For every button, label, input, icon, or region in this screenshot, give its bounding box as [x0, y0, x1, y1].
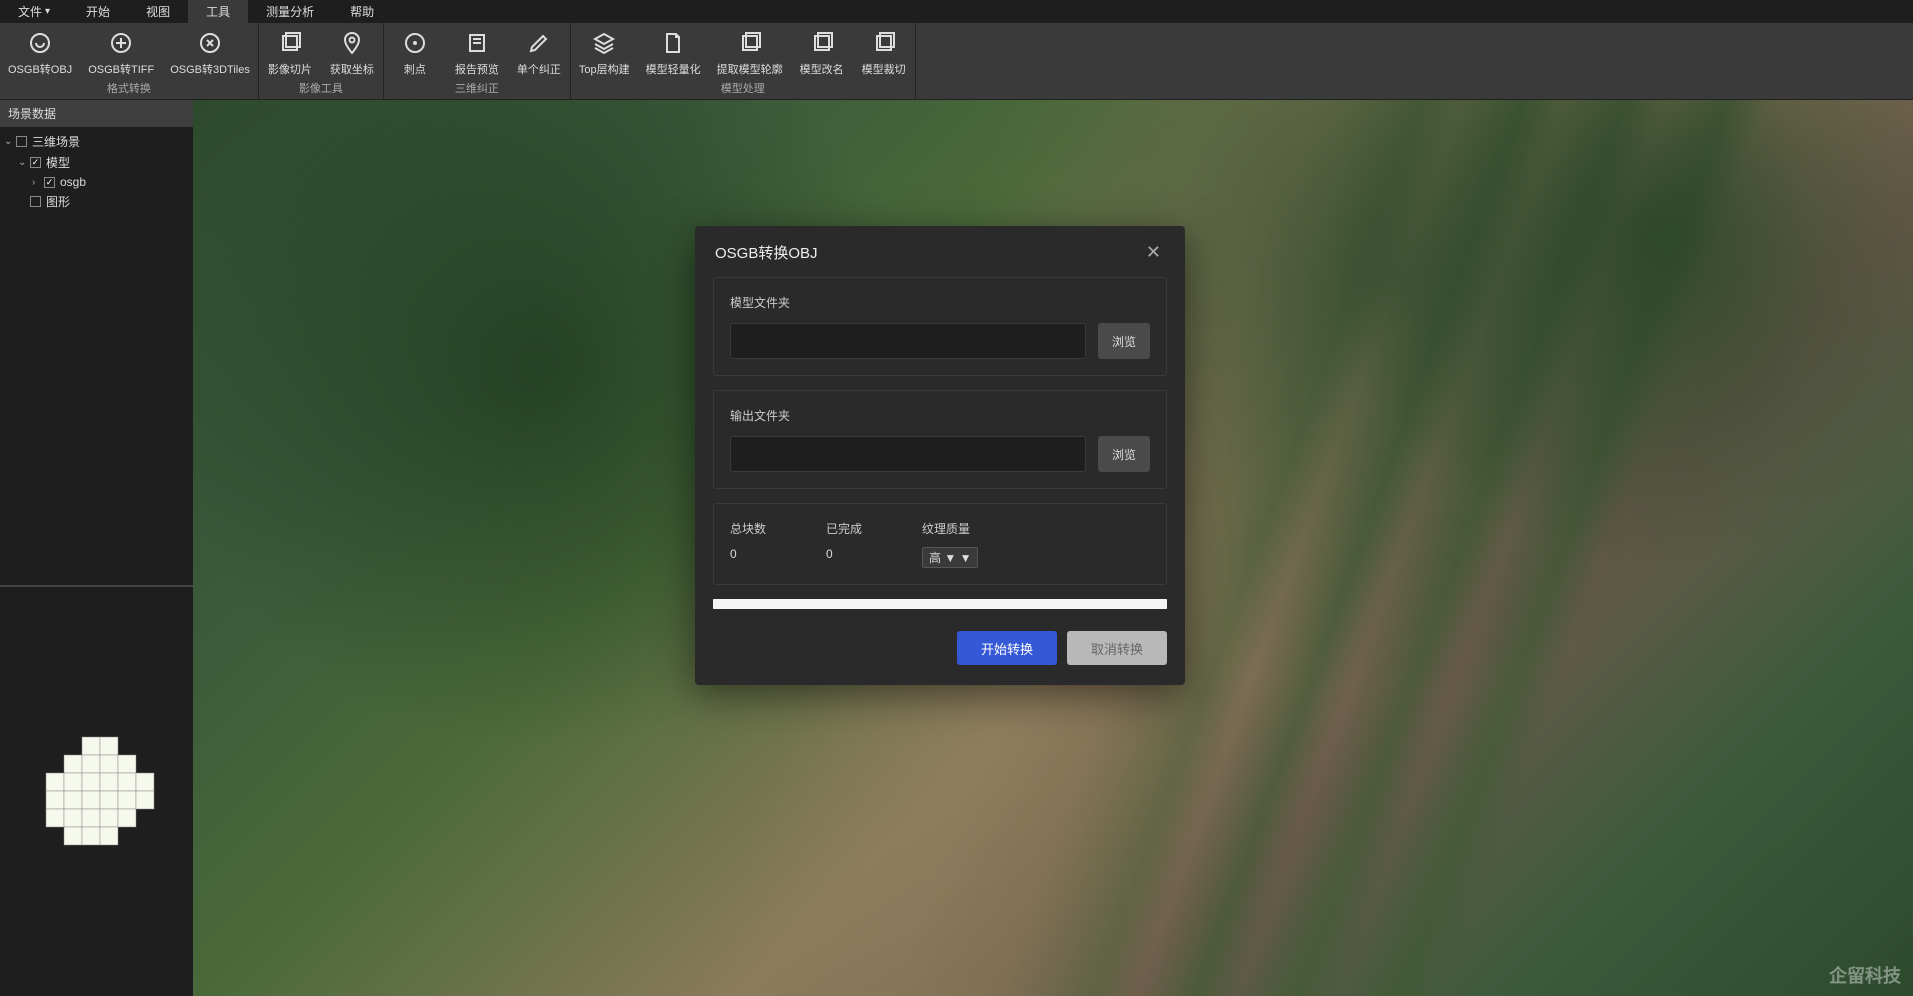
tool-label: 单个纠正 [517, 61, 561, 77]
tool-label: 模型裁切 [862, 61, 906, 77]
cancel-convert-button[interactable]: 取消转换 [1067, 631, 1167, 665]
minimap[interactable] [0, 587, 193, 996]
model-folder-label: 模型文件夹 [730, 294, 1150, 311]
tree-item-osgb[interactable]: › osgb [0, 173, 193, 191]
panel-header: 场景数据 [0, 100, 193, 127]
tool-label: OSGB转OBJ [8, 61, 72, 77]
tile-icon [276, 29, 304, 57]
tool-top-layer[interactable]: Top层构建 [571, 23, 638, 78]
progress-bar [713, 599, 1167, 609]
scene-tree: ⌄ 三维场景 ⌄ 模型 › osgb 图形 [0, 127, 193, 216]
tool-get-coords[interactable]: 获取坐标 [321, 23, 383, 78]
menubar: 文件 开始 视图 工具 测量分析 帮助 [0, 0, 1913, 23]
tool-report-preview[interactable]: 报告预览 [446, 23, 508, 78]
pin-icon [338, 29, 366, 57]
convert-b-icon [107, 29, 135, 57]
checkbox[interactable] [30, 157, 41, 168]
completed-value: 0 [826, 547, 862, 561]
menu-tools[interactable]: 工具 [188, 0, 248, 23]
layers-icon [590, 29, 618, 57]
tree-label: 图形 [46, 193, 70, 210]
dialog-osgb-convert: OSGB转换OBJ ✕ 模型文件夹 浏览 输出文件夹 浏览 [695, 226, 1185, 685]
tool-label: 模型轻量化 [646, 61, 701, 77]
output-folder-label: 输出文件夹 [730, 407, 1150, 424]
viewport-3d[interactable]: OSGB转换OBJ ✕ 模型文件夹 浏览 输出文件夹 浏览 [193, 100, 1913, 996]
checkbox[interactable] [44, 177, 55, 188]
total-blocks-value: 0 [730, 547, 766, 561]
tree-item-scene[interactable]: ⌄ 三维场景 [0, 131, 193, 152]
tool-model-crop[interactable]: 模型裁切 [853, 23, 915, 78]
checkbox[interactable] [30, 196, 41, 207]
completed-label: 已完成 [826, 520, 862, 537]
group-label: 模型处理 [571, 78, 915, 99]
tree-label: 三维场景 [32, 133, 80, 150]
minimap-tiles [32, 727, 162, 857]
tool-model-rename[interactable]: 模型改名 [791, 23, 853, 78]
tool-image-tile[interactable]: 影像切片 [259, 23, 321, 78]
total-blocks-label: 总块数 [730, 520, 766, 537]
browse-output-button[interactable]: 浏览 [1098, 436, 1150, 472]
tree-item-shape[interactable]: 图形 [0, 191, 193, 212]
tool-osgb-to-3dtiles[interactable]: OSGB转3DTiles [162, 23, 258, 78]
convert-a-icon [26, 29, 54, 57]
convert-c-icon [196, 29, 224, 57]
crop-icon [870, 29, 898, 57]
tool-label: 影像切片 [268, 61, 312, 77]
close-icon[interactable]: ✕ [1142, 242, 1165, 263]
sidebar: 场景数据 ⌄ 三维场景 ⌄ 模型 › osgb 图形 [0, 100, 193, 996]
texture-quality-select[interactable]: 高 ▼ [922, 547, 978, 568]
dialog-title: OSGB转换OBJ [715, 242, 818, 263]
group-label: 影像工具 [259, 78, 383, 99]
tool-osgb-to-tiff[interactable]: OSGB转TIFF [80, 23, 162, 78]
watermark: 企留科技 [1829, 962, 1901, 988]
tool-prick-point[interactable]: 刺点 [384, 23, 446, 78]
tool-label: 获取坐标 [330, 61, 374, 77]
tool-group-convert: OSGB转OBJ OSGB转TIFF OSGB转3DTiles 格式转换 [0, 23, 259, 99]
tool-label: Top层构建 [579, 61, 630, 77]
model-folder-section: 模型文件夹 浏览 [713, 277, 1167, 376]
tool-extract-outline[interactable]: 提取模型轮廓 [709, 23, 791, 78]
menu-view[interactable]: 视图 [128, 0, 188, 23]
tool-single-correct[interactable]: 单个纠正 [508, 23, 570, 78]
group-label: 三维纠正 [384, 78, 570, 99]
tool-label: 模型改名 [800, 61, 844, 77]
menu-start[interactable]: 开始 [68, 0, 128, 23]
output-folder-input[interactable] [730, 436, 1086, 472]
target-icon [401, 29, 429, 57]
tool-group-image: 影像切片 获取坐标 影像工具 [259, 23, 384, 99]
tree-item-model[interactable]: ⌄ 模型 [0, 152, 193, 173]
tool-group-correct: 刺点 报告预览 单个纠正 三维纠正 [384, 23, 571, 99]
edit-icon [525, 29, 553, 57]
stats-section: 总块数 0 已完成 0 纹理质量 高 ▼ [713, 503, 1167, 585]
extract-icon [736, 29, 764, 57]
toolbar: OSGB转OBJ OSGB转TIFF OSGB转3DTiles 格式转换 影像切… [0, 23, 1913, 100]
caret-icon: › [32, 177, 44, 188]
checkbox[interactable] [16, 136, 27, 147]
texture-quality-label: 纹理质量 [922, 520, 978, 537]
tool-label: 报告预览 [455, 61, 499, 77]
tool-osgb-to-obj[interactable]: OSGB转OBJ [0, 23, 80, 78]
tool-model-lightweight[interactable]: 模型轻量化 [638, 23, 709, 78]
tool-group-model: Top层构建 模型轻量化 提取模型轮廓 模型改名 模型裁切 模型处理 [571, 23, 916, 99]
tool-label: OSGB转3DTiles [170, 61, 250, 77]
tool-label: 刺点 [404, 61, 426, 77]
start-convert-button[interactable]: 开始转换 [957, 631, 1057, 665]
menu-measure[interactable]: 测量分析 [248, 0, 332, 23]
model-folder-input[interactable] [730, 323, 1086, 359]
tool-label: 提取模型轮廓 [717, 61, 783, 77]
caret-icon: ⌄ [18, 157, 30, 168]
menu-help[interactable]: 帮助 [332, 0, 392, 23]
report-icon [463, 29, 491, 57]
document-icon [659, 29, 687, 57]
tree-label: 模型 [46, 154, 70, 171]
caret-icon: ⌄ [4, 136, 16, 147]
tool-label: OSGB转TIFF [88, 61, 154, 77]
group-label: 格式转换 [0, 78, 258, 99]
output-folder-section: 输出文件夹 浏览 [713, 390, 1167, 489]
browse-model-button[interactable]: 浏览 [1098, 323, 1150, 359]
tree-label: osgb [60, 175, 86, 189]
menu-file[interactable]: 文件 [0, 0, 68, 23]
rename-icon [808, 29, 836, 57]
